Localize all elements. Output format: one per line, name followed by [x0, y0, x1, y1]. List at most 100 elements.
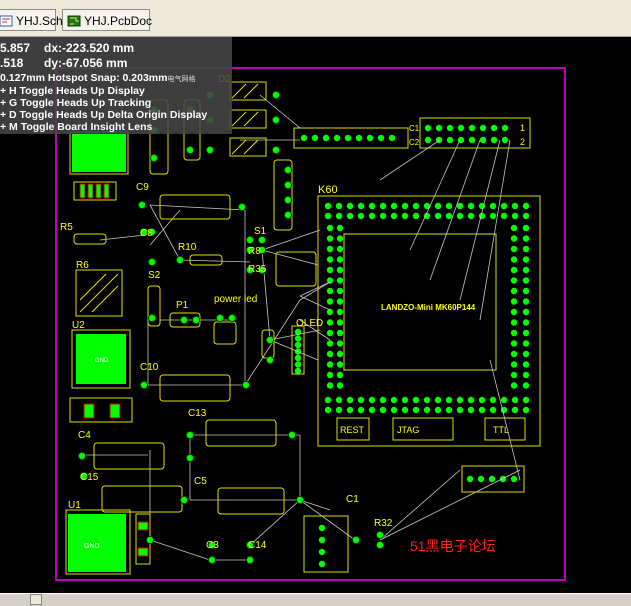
- designator-label: OLED: [296, 318, 323, 329]
- pad: [467, 396, 475, 404]
- pad: [357, 212, 365, 220]
- hud-shortcut-toggle-insight-lens: + M Toggle Board Insight Lens: [0, 121, 153, 133]
- inductor-d2[interactable]: [229, 81, 267, 157]
- pad: [375, 530, 385, 540]
- pad: [522, 406, 530, 414]
- pad: [510, 340, 518, 347]
- pcb-document-icon: [67, 12, 81, 27]
- tab-pcb-document[interactable]: YHJ.PcbDoc: [62, 9, 152, 31]
- pad: [456, 202, 464, 210]
- pad: [185, 145, 195, 155]
- horizontal-scrollbar[interactable]: [0, 593, 631, 606]
- pad: [335, 202, 343, 210]
- pad: [271, 115, 281, 125]
- designator-label: U1: [68, 500, 81, 511]
- pad: [467, 202, 475, 210]
- pad: [510, 361, 518, 368]
- pad: [510, 382, 518, 389]
- pad: [336, 308, 344, 316]
- pad: [191, 315, 201, 325]
- pad: [522, 266, 530, 274]
- pad: [336, 298, 344, 305]
- pad: [265, 335, 275, 345]
- hud-snap: 0.127mm Hotspot Snap: 0.203mm电气网格: [0, 72, 196, 84]
- pad: [457, 124, 465, 132]
- pad: [510, 266, 518, 274]
- pad: [456, 212, 464, 220]
- pad: [179, 315, 189, 325]
- pad: [522, 371, 530, 379]
- pad: [368, 212, 376, 220]
- pad: [336, 371, 344, 379]
- pad: [423, 396, 431, 404]
- hud-y-value: .518: [0, 56, 24, 70]
- regulator-u2[interactable]: [69, 329, 133, 423]
- pad: [510, 350, 518, 358]
- pad: [311, 134, 319, 142]
- pad: [336, 382, 344, 389]
- pad: [257, 235, 267, 245]
- designator-label: C14: [248, 540, 267, 551]
- resistor-array[interactable]: [73, 181, 117, 201]
- pad: [351, 535, 361, 545]
- jtag-button-label: JTAG: [397, 425, 419, 435]
- pad: [147, 313, 157, 323]
- pad: [390, 406, 398, 414]
- pad: [357, 202, 365, 210]
- pad: [346, 212, 354, 220]
- tab-schematic-document[interactable]: YHJ.SchDoc: [0, 9, 84, 31]
- pad: [522, 298, 530, 305]
- pad: [401, 406, 409, 414]
- pad: [271, 90, 281, 100]
- designator-label: R32: [374, 518, 393, 529]
- regulator-u1[interactable]: [65, 509, 151, 575]
- designator-label: R6: [76, 260, 89, 271]
- pad: [294, 367, 302, 375]
- pad: [522, 235, 530, 242]
- pad: [295, 495, 305, 505]
- pad: [401, 212, 409, 220]
- pad: [326, 245, 334, 253]
- pad: [511, 202, 519, 210]
- pad: [283, 180, 293, 190]
- u1-gnd-label: GND: [84, 543, 100, 550]
- pad: [145, 535, 155, 545]
- designator-label: C13: [188, 408, 207, 419]
- scrollbar-thumb[interactable]: [30, 594, 42, 605]
- pad: [500, 202, 508, 210]
- bottom-connector[interactable]: [303, 515, 349, 573]
- pad: [336, 329, 344, 337]
- header-row-c2: C2: [409, 138, 420, 147]
- hud-dy-value: dy:-67.056 mm: [44, 56, 128, 70]
- pad: [468, 124, 476, 132]
- pad: [522, 245, 530, 253]
- pad: [456, 406, 464, 414]
- hud-dx-value: dx:-223.520 mm: [44, 41, 135, 55]
- pad: [388, 134, 396, 142]
- pad: [185, 453, 195, 463]
- pad: [300, 134, 308, 142]
- pad: [336, 340, 344, 347]
- pad: [149, 153, 159, 163]
- pad: [510, 319, 518, 326]
- hud-shortcut-toggle-tracking: + G Toggle Heads Up Tracking: [0, 97, 152, 109]
- pad: [336, 361, 344, 368]
- pad: [522, 224, 530, 232]
- pad: [522, 202, 530, 210]
- pad: [412, 212, 420, 220]
- pad: [215, 313, 225, 323]
- pad: [375, 540, 385, 550]
- pad: [479, 136, 487, 144]
- pad: [318, 560, 326, 568]
- pad: [326, 256, 334, 263]
- pad: [335, 396, 343, 404]
- pad: [401, 396, 409, 404]
- pad: [283, 210, 293, 220]
- pad: [245, 555, 255, 565]
- inductor-r6[interactable]: [75, 269, 123, 317]
- heads-up-display: 5.857 dx:-223.520 mm .518 dy:-67.056 mm …: [0, 37, 232, 134]
- pad: [511, 396, 519, 404]
- pad: [522, 396, 530, 404]
- schematic-document-icon: [0, 12, 13, 27]
- pad: [333, 134, 341, 142]
